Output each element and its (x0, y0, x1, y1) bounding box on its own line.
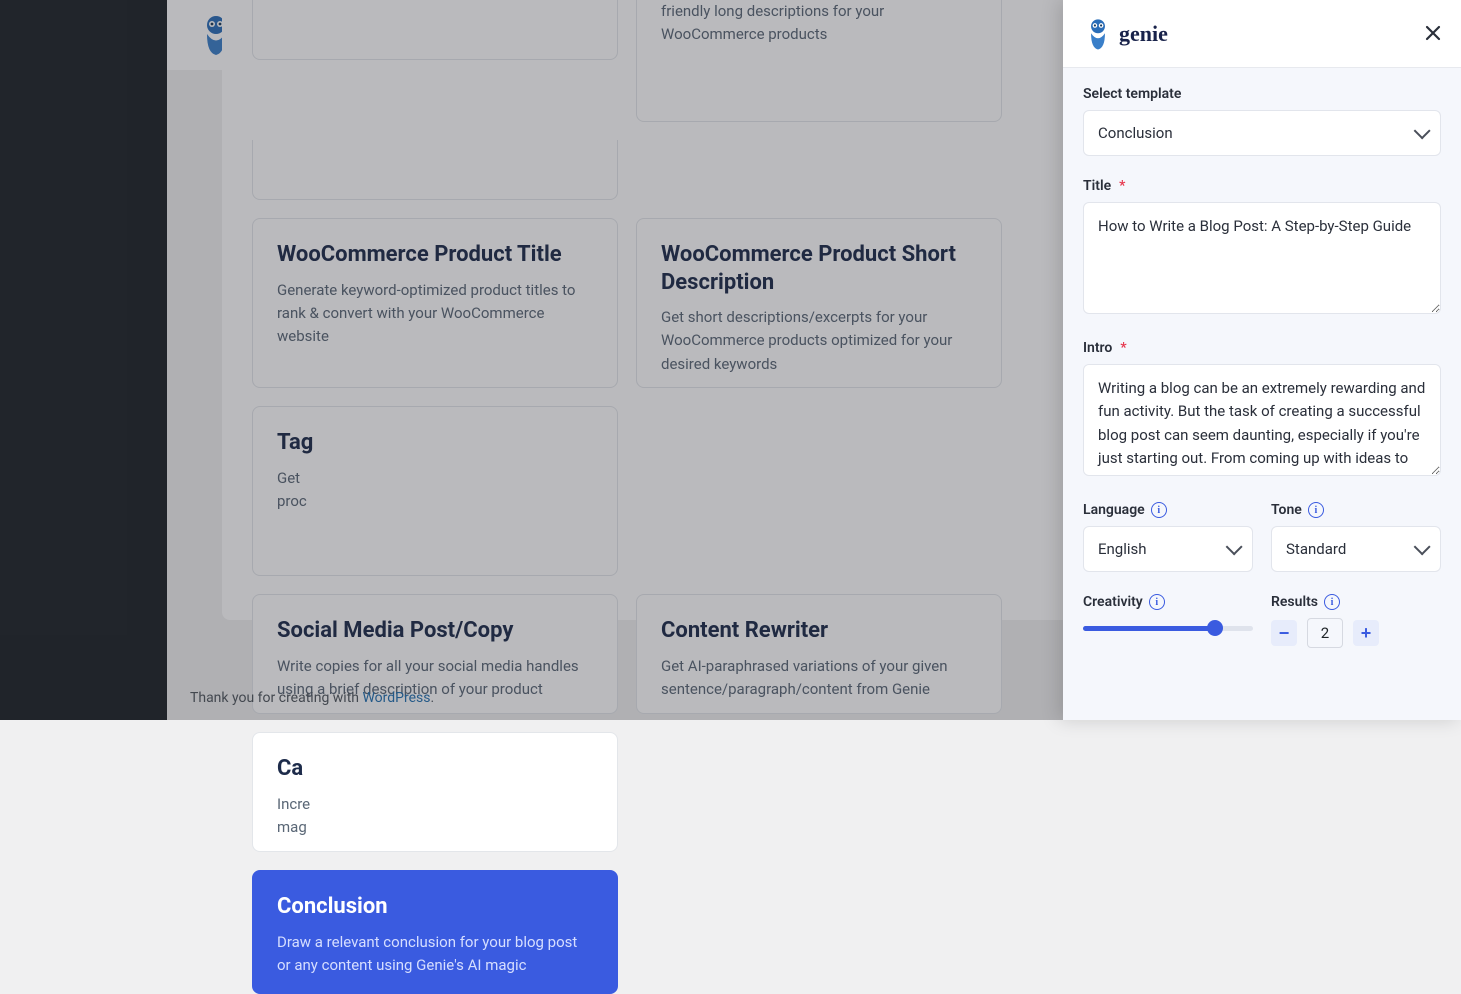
results-value[interactable]: 2 (1307, 618, 1343, 648)
intro-label: Intro (1083, 340, 1112, 356)
panel-brand: genie (1119, 21, 1168, 47)
template-card-partial-left[interactable] (252, 0, 618, 60)
template-card-woo-title[interactable]: WooCommerce Product Title Generate keywo… (252, 218, 618, 388)
field-select-template: Select template Conclusion (1083, 86, 1441, 156)
info-icon[interactable]: i (1149, 594, 1165, 610)
language-value: English (1098, 540, 1147, 558)
card-desc: Incre mag (277, 793, 593, 840)
template-card-partial-right[interactable] (252, 140, 618, 200)
field-title: Title * (1083, 178, 1441, 318)
row-lang-tone: Language i English Tone i Standard (1083, 502, 1441, 572)
footer-text-b: . (431, 690, 435, 706)
tone-value: Standard (1286, 540, 1346, 558)
intro-input[interactable] (1083, 364, 1441, 476)
field-creativity: Creativity i (1083, 594, 1253, 648)
field-tone: Tone i Standard (1271, 502, 1441, 572)
card-title: Tag (277, 429, 593, 457)
title-label: Title (1083, 178, 1111, 194)
creativity-slider[interactable] (1083, 618, 1253, 638)
language-select[interactable]: English (1083, 526, 1253, 572)
wp-admin-sidebar[interactable] (0, 0, 167, 720)
info-icon[interactable]: i (1151, 502, 1167, 518)
card-desc: Get proc (277, 467, 593, 514)
card-title: WooCommerce Product Title (277, 241, 593, 269)
card-desc: Generate keyword-optimized product title… (277, 279, 593, 349)
card-title: Content Rewriter (661, 617, 977, 645)
template-select[interactable]: Conclusion (1083, 110, 1441, 156)
creativity-label: Creativity (1083, 594, 1143, 610)
panel-header: genie (1063, 0, 1461, 68)
chevron-down-icon (1226, 538, 1243, 555)
field-language: Language i English (1083, 502, 1253, 572)
genie-icon (1083, 17, 1113, 51)
field-intro: Intro * (1083, 340, 1441, 480)
footer-text-a: Thank you for creating with (190, 690, 362, 706)
required-mark: * (1119, 178, 1125, 194)
card-desc: Draw a relevant conclusion for your blog… (277, 931, 593, 978)
slider-thumb[interactable] (1207, 620, 1223, 636)
template-card-conclusion[interactable]: Conclusion Draw a relevant conclusion fo… (252, 870, 618, 994)
genie-side-panel: genie Select template Conclusion Title * … (1063, 0, 1461, 720)
template-select-value: Conclusion (1098, 124, 1173, 142)
card-title: WooCommerce Product Short Description (661, 241, 977, 296)
info-icon[interactable]: i (1308, 502, 1324, 518)
wordpress-link[interactable]: WordPress (362, 690, 430, 706)
template-card-woo-long-desc[interactable]: friendly long descriptions for your WooC… (636, 0, 1002, 122)
card-title: Social Media Post/Copy (277, 617, 593, 645)
results-decrement[interactable]: − (1271, 620, 1297, 646)
tone-label: Tone (1271, 502, 1302, 518)
title-input[interactable] (1083, 202, 1441, 314)
card-desc: friendly long descriptions for your WooC… (661, 0, 977, 47)
chevron-down-icon (1414, 538, 1431, 555)
chevron-down-icon (1414, 122, 1431, 139)
info-icon[interactable]: i (1324, 594, 1340, 610)
language-label: Language (1083, 502, 1145, 518)
template-card-tagline[interactable]: Tag Get proc (252, 406, 618, 576)
template-card-rewriter[interactable]: Content Rewriter Get AI-paraphrased vari… (636, 594, 1002, 714)
panel-logo: genie (1083, 17, 1168, 51)
results-label: Results (1271, 594, 1318, 610)
card-title: Conclusion (277, 893, 593, 921)
footer-credit: Thank you for creating with WordPress. (190, 690, 434, 706)
card-desc: Get AI-paraphrased variations of your gi… (661, 655, 977, 702)
close-icon (1425, 25, 1441, 41)
template-card-woo-short[interactable]: WooCommerce Product Short Description Ge… (636, 218, 1002, 388)
tone-select[interactable]: Standard (1271, 526, 1441, 572)
card-title: Ca (277, 755, 593, 783)
close-button[interactable] (1425, 23, 1441, 45)
card-desc: Get short descriptions/excerpts for your… (661, 306, 977, 376)
required-mark: * (1120, 340, 1126, 356)
results-increment[interactable]: + (1353, 620, 1379, 646)
template-card-cta[interactable]: Ca Incre mag (252, 732, 618, 852)
row-creativity-results: Creativity i Results i − 2 + (1083, 594, 1441, 648)
select-template-label: Select template (1083, 86, 1441, 102)
field-results: Results i − 2 + (1271, 594, 1441, 648)
panel-body: Select template Conclusion Title * Intro *… (1063, 68, 1461, 720)
